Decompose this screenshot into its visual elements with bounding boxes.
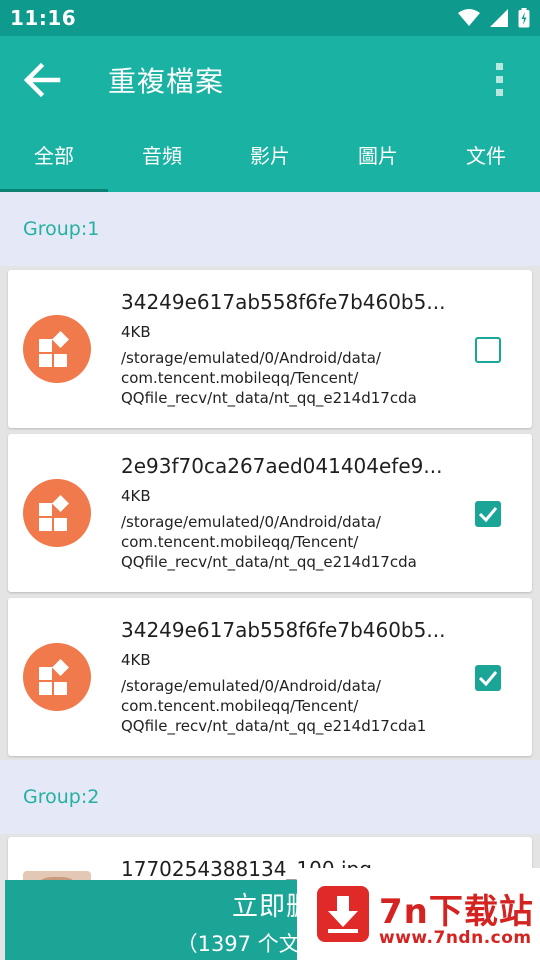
file-path: /storage/emulated/0/Android/data/ com.te… — [121, 349, 417, 407]
apps-icon — [23, 479, 91, 547]
battery-icon — [518, 8, 530, 28]
check-icon — [478, 507, 498, 523]
group-header: Group:1 — [0, 192, 540, 266]
tab-images[interactable]: 圖片 — [324, 122, 432, 192]
wifi-icon — [458, 9, 480, 27]
arrow-left-icon[interactable] — [22, 60, 62, 100]
app-bar: 重複檔案 — [0, 36, 540, 122]
check-icon — [478, 671, 498, 687]
status-icons — [458, 8, 530, 28]
download-arrow-icon — [317, 886, 369, 942]
file-path: /storage/emulated/0/Android/data/ com.te… — [121, 677, 427, 735]
file-card[interactable]: 34249e617ab558f6fe7b460b5... 4KB /storag… — [8, 598, 532, 756]
group-label: Group:2 — [23, 786, 100, 808]
file-name: 2e93f70ca267aed041404efe9... — [121, 454, 443, 478]
status-bar: 11:16 — [0, 0, 540, 36]
watermark-brand: 7n下载站 — [379, 892, 534, 932]
signal-icon — [490, 9, 508, 27]
select-checkbox[interactable] — [475, 501, 501, 527]
watermark-url: www.7ndn.com — [379, 928, 532, 948]
select-checkbox[interactable] — [475, 665, 501, 691]
file-card[interactable]: 2e93f70ca267aed041404efe9... 4KB /storag… — [8, 434, 532, 592]
file-name: 34249e617ab558f6fe7b460b5... — [121, 290, 446, 314]
file-path: /storage/emulated/0/Android/data/ com.te… — [121, 513, 417, 571]
duplicate-file-list[interactable]: Group:1 34249e617ab558f6fe7b460b5... 4KB… — [0, 192, 540, 960]
file-size: 4KB — [121, 487, 151, 505]
group-label: Group:1 — [23, 218, 100, 240]
group-header: Group:2 — [0, 760, 540, 834]
apps-icon — [23, 643, 91, 711]
tab-bar: 全部 音頻 影片 圖片 文件 — [0, 122, 540, 192]
page-title: 重複檔案 — [108, 65, 225, 98]
file-size: 4KB — [121, 651, 151, 669]
watermark: 7n下载站 www.7ndn.com — [297, 868, 540, 960]
select-checkbox[interactable] — [475, 337, 501, 363]
tab-audio[interactable]: 音頻 — [108, 122, 216, 192]
tab-video[interactable]: 影片 — [216, 122, 324, 192]
file-size: 4KB — [121, 323, 151, 341]
status-time: 11:16 — [10, 6, 77, 30]
tab-all[interactable]: 全部 — [0, 122, 108, 192]
more-vert-icon[interactable] — [494, 60, 506, 100]
apps-icon — [23, 315, 91, 383]
tab-documents[interactable]: 文件 — [432, 122, 540, 192]
file-name: 34249e617ab558f6fe7b460b5... — [121, 618, 446, 642]
file-card[interactable]: 34249e617ab558f6fe7b460b5... 4KB /storag… — [8, 270, 532, 428]
